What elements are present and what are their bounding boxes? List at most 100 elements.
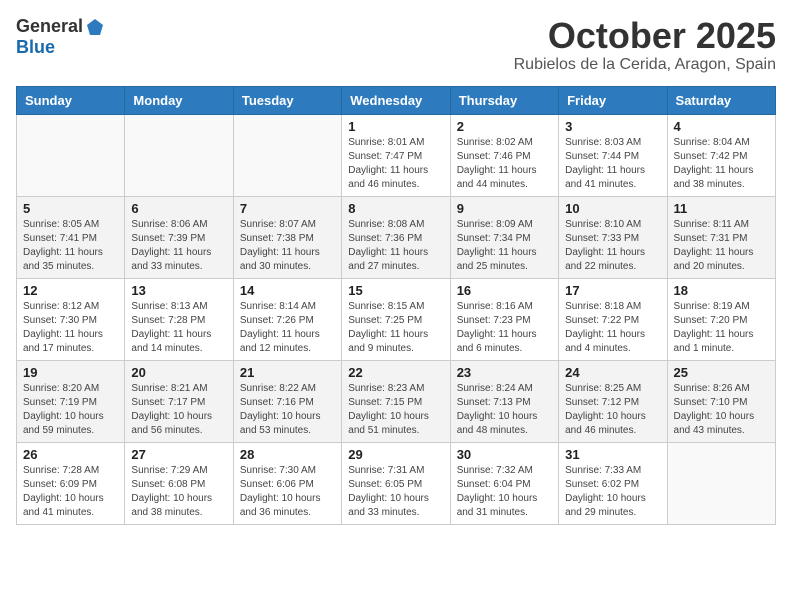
calendar-cell: 12 Sunrise: 8:12 AM Sunset: 7:30 PM Dayli… — [17, 278, 125, 360]
day-number: 1 — [348, 119, 443, 134]
calendar-cell: 19 Sunrise: 8:20 AM Sunset: 7:19 PM Dayli… — [17, 360, 125, 442]
day-number: 7 — [240, 201, 335, 216]
month-title: October 2025 — [514, 16, 776, 56]
day-info: Sunrise: 8:06 AM Sunset: 7:39 PM Dayligh… — [131, 218, 226, 274]
day-number: 10 — [565, 201, 660, 216]
calendar-cell: 5 Sunrise: 8:05 AM Sunset: 7:41 PM Daylig… — [17, 196, 125, 278]
calendar-cell — [125, 114, 233, 196]
day-number: 15 — [348, 283, 443, 298]
day-info: Sunrise: 8:05 AM Sunset: 7:41 PM Dayligh… — [23, 218, 118, 274]
weekday-header-wednesday: Wednesday — [342, 86, 450, 114]
day-number: 21 — [240, 365, 335, 380]
day-number: 22 — [348, 365, 443, 380]
calendar-cell: 26 Sunrise: 7:28 AM Sunset: 6:09 PM Dayli… — [17, 442, 125, 524]
calendar-cell: 9 Sunrise: 8:09 AM Sunset: 7:34 PM Daylig… — [450, 196, 558, 278]
day-number: 14 — [240, 283, 335, 298]
calendar-cell: 23Sunrise: 8:24 AM Sunset: 7:13 PM Dayli… — [450, 360, 558, 442]
calendar-cell: 4Sunrise: 8:04 AM Sunset: 7:42 PM Daylig… — [667, 114, 775, 196]
day-number: 13 — [131, 283, 226, 298]
day-info: Sunrise: 8:08 AM Sunset: 7:36 PM Dayligh… — [348, 218, 443, 274]
calendar-cell: 8 Sunrise: 8:08 AM Sunset: 7:36 PM Daylig… — [342, 196, 450, 278]
day-info: Sunrise: 8:18 AM Sunset: 7:22 PM Dayligh… — [565, 300, 660, 356]
day-info: Sunrise: 7:33 AM Sunset: 6:02 PM Dayligh… — [565, 464, 660, 520]
day-info: Sunrise: 8:15 AM Sunset: 7:25 PM Dayligh… — [348, 300, 443, 356]
day-number: 18 — [674, 283, 769, 298]
calendar-week-row: 1 Sunrise: 8:01 AM Sunset: 7:47 PM Daylig… — [17, 114, 776, 196]
day-number: 25 — [674, 365, 769, 380]
calendar-cell: 21 Sunrise: 8:22 AM Sunset: 7:16 PM Dayli… — [233, 360, 341, 442]
day-number: 17 — [565, 283, 660, 298]
day-number: 8 — [348, 201, 443, 216]
calendar-cell: 10 Sunrise: 8:10 AM Sunset: 7:33 PM Dayli… — [559, 196, 667, 278]
day-info: Sunrise: 8:22 AM Sunset: 7:16 PM Dayligh… — [240, 382, 335, 438]
day-number: 29 — [348, 447, 443, 462]
day-info: Sunrise: 8:16 AM Sunset: 7:23 PM Dayligh… — [457, 300, 552, 356]
weekday-header-saturday: Saturday — [667, 86, 775, 114]
day-info: Sunrise: 8:03 AM Sunset: 7:44 PM Dayligh… — [565, 136, 660, 192]
day-info: Sunrise: 8:21 AM Sunset: 7:17 PM Dayligh… — [131, 382, 226, 438]
day-number: 19 — [23, 365, 118, 380]
calendar-week-row: 26 Sunrise: 7:28 AM Sunset: 6:09 PM Dayli… — [17, 442, 776, 524]
calendar-cell: 31 Sunrise: 7:33 AM Sunset: 6:02 PM Dayli… — [559, 442, 667, 524]
calendar-week-row: 12 Sunrise: 8:12 AM Sunset: 7:30 PM Dayli… — [17, 278, 776, 360]
weekday-header-row: SundayMondayTuesdayWednesdayThursdayFrid… — [17, 86, 776, 114]
day-number: 31 — [565, 447, 660, 462]
day-number: 12 — [23, 283, 118, 298]
weekday-header-tuesday: Tuesday — [233, 86, 341, 114]
day-number: 24 — [565, 365, 660, 380]
calendar-cell: 20 Sunrise: 8:21 AM Sunset: 7:17 PM Dayli… — [125, 360, 233, 442]
calendar-cell: 22Sunrise: 8:23 AM Sunset: 7:15 PM Dayli… — [342, 360, 450, 442]
weekday-header-thursday: Thursday — [450, 86, 558, 114]
calendar-cell: 18 Sunrise: 8:19 AM Sunset: 7:20 PM Dayli… — [667, 278, 775, 360]
weekday-header-monday: Monday — [125, 86, 233, 114]
logo-general: General — [16, 16, 83, 37]
day-info: Sunrise: 7:32 AM Sunset: 6:04 PM Dayligh… — [457, 464, 552, 520]
calendar-cell: 24 Sunrise: 8:25 AM Sunset: 7:12 PM Dayli… — [559, 360, 667, 442]
calendar-cell: 6Sunrise: 8:06 AM Sunset: 7:39 PM Daylig… — [125, 196, 233, 278]
location-title: Rubielos de la Cerida, Aragon, Spain — [514, 56, 776, 74]
logo-blue: Blue — [16, 37, 105, 58]
calendar-cell: 29Sunrise: 7:31 AM Sunset: 6:05 PM Dayli… — [342, 442, 450, 524]
calendar-cell: 11 Sunrise: 8:11 AM Sunset: 7:31 PM Dayli… — [667, 196, 775, 278]
day-info: Sunrise: 7:30 AM Sunset: 6:06 PM Dayligh… — [240, 464, 335, 520]
calendar-cell: 27 Sunrise: 7:29 AM Sunset: 6:08 PM Dayli… — [125, 442, 233, 524]
calendar-week-row: 19 Sunrise: 8:20 AM Sunset: 7:19 PM Dayli… — [17, 360, 776, 442]
day-info: Sunrise: 8:07 AM Sunset: 7:38 PM Dayligh… — [240, 218, 335, 274]
day-number: 11 — [674, 201, 769, 216]
day-info: Sunrise: 7:28 AM Sunset: 6:09 PM Dayligh… — [23, 464, 118, 520]
logo: General Blue — [16, 16, 105, 58]
day-number: 3 — [565, 119, 660, 134]
calendar-cell: 15 Sunrise: 8:15 AM Sunset: 7:25 PM Dayli… — [342, 278, 450, 360]
weekday-header-sunday: Sunday — [17, 86, 125, 114]
day-number: 20 — [131, 365, 226, 380]
day-info: Sunrise: 7:29 AM Sunset: 6:08 PM Dayligh… — [131, 464, 226, 520]
day-number: 2 — [457, 119, 552, 134]
day-info: Sunrise: 8:11 AM Sunset: 7:31 PM Dayligh… — [674, 218, 769, 274]
logo-flag-icon — [85, 17, 105, 37]
day-number: 4 — [674, 119, 769, 134]
day-info: Sunrise: 8:19 AM Sunset: 7:20 PM Dayligh… — [674, 300, 769, 356]
day-info: Sunrise: 8:14 AM Sunset: 7:26 PM Dayligh… — [240, 300, 335, 356]
day-info: Sunrise: 8:20 AM Sunset: 7:19 PM Dayligh… — [23, 382, 118, 438]
day-number: 27 — [131, 447, 226, 462]
calendar-cell: 1 Sunrise: 8:01 AM Sunset: 7:47 PM Daylig… — [342, 114, 450, 196]
calendar-cell: 7 Sunrise: 8:07 AM Sunset: 7:38 PM Daylig… — [233, 196, 341, 278]
calendar-cell: 14 Sunrise: 8:14 AM Sunset: 7:26 PM Dayli… — [233, 278, 341, 360]
weekday-header-friday: Friday — [559, 86, 667, 114]
day-info: Sunrise: 8:09 AM Sunset: 7:34 PM Dayligh… — [457, 218, 552, 274]
day-number: 5 — [23, 201, 118, 216]
calendar-cell — [667, 442, 775, 524]
day-number: 16 — [457, 283, 552, 298]
calendar-cell — [17, 114, 125, 196]
day-info: Sunrise: 8:01 AM Sunset: 7:47 PM Dayligh… — [348, 136, 443, 192]
day-number: 28 — [240, 447, 335, 462]
day-info: Sunrise: 8:12 AM Sunset: 7:30 PM Dayligh… — [23, 300, 118, 356]
day-number: 26 — [23, 447, 118, 462]
day-info: Sunrise: 8:10 AM Sunset: 7:33 PM Dayligh… — [565, 218, 660, 274]
day-info: Sunrise: 8:13 AM Sunset: 7:28 PM Dayligh… — [131, 300, 226, 356]
day-info: Sunrise: 8:25 AM Sunset: 7:12 PM Dayligh… — [565, 382, 660, 438]
calendar-table: SundayMondayTuesdayWednesdayThursdayFrid… — [16, 86, 776, 525]
calendar-cell: 17 Sunrise: 8:18 AM Sunset: 7:22 PM Dayli… — [559, 278, 667, 360]
title-block: October 2025 Rubielos de la Cerida, Arag… — [514, 16, 776, 74]
day-number: 9 — [457, 201, 552, 216]
